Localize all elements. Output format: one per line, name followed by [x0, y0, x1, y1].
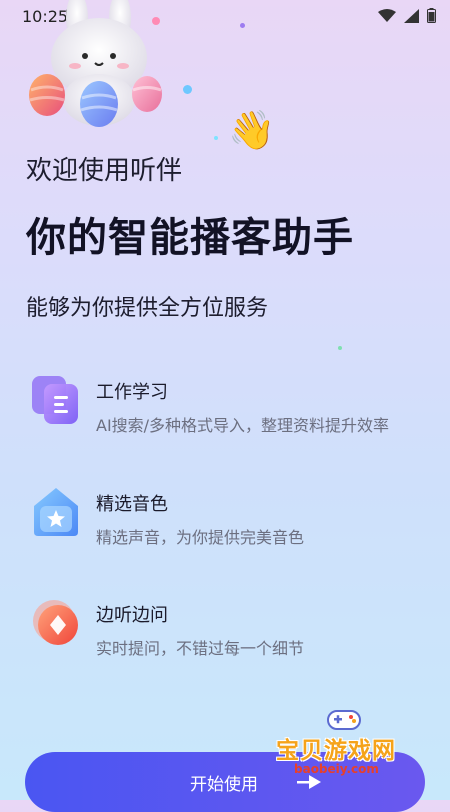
watermark-url: baobeiy.com: [294, 762, 379, 776]
wifi-icon: [378, 8, 396, 22]
decor-dot: [152, 17, 160, 25]
decor-dot: [240, 23, 245, 28]
decor-dot: [183, 85, 192, 94]
feature-title: 精选音色: [96, 494, 168, 515]
system-icons: [378, 8, 436, 23]
battery-icon: [427, 8, 436, 23]
feature-listen-ask: 边听边问 实时提问，不错过每一个细节: [30, 597, 430, 667]
start-button-label: 开始使用: [190, 775, 258, 795]
watermark: 宝贝游戏网 baobeiy.com: [276, 705, 426, 785]
feature-desc: 精选声音，为你提供完美音色: [96, 528, 305, 547]
feature-title: 边听边问: [96, 605, 168, 626]
gamepad-icon: [327, 710, 361, 730]
subtitle: 能够为你提供全方位服务: [26, 296, 269, 321]
feature-work-study: 工作学习 AI搜索/多种格式导入，整理资料提升效率: [30, 374, 430, 444]
feature-desc: 实时提问，不错过每一个细节: [96, 639, 305, 658]
feature-title: 工作学习: [96, 382, 168, 403]
signal-icon: [404, 8, 419, 23]
decor-dot: [214, 136, 218, 140]
page-title: 你的智能播客助手: [26, 215, 354, 261]
star-house-icon: [34, 488, 78, 536]
feature-desc: AI搜索/多种格式导入，整理资料提升效率: [96, 416, 390, 435]
document-icon: [32, 376, 78, 424]
watermark-text: 宝贝游戏网: [276, 738, 396, 764]
welcome-text: 欢迎使用听伴: [26, 156, 183, 186]
chat-diamond-icon: [33, 600, 78, 645]
waving-hand-icon: 👋: [228, 108, 276, 152]
decor-dot: [338, 346, 342, 350]
feature-voice: 精选音色 精选声音，为你提供完美音色: [30, 486, 430, 556]
